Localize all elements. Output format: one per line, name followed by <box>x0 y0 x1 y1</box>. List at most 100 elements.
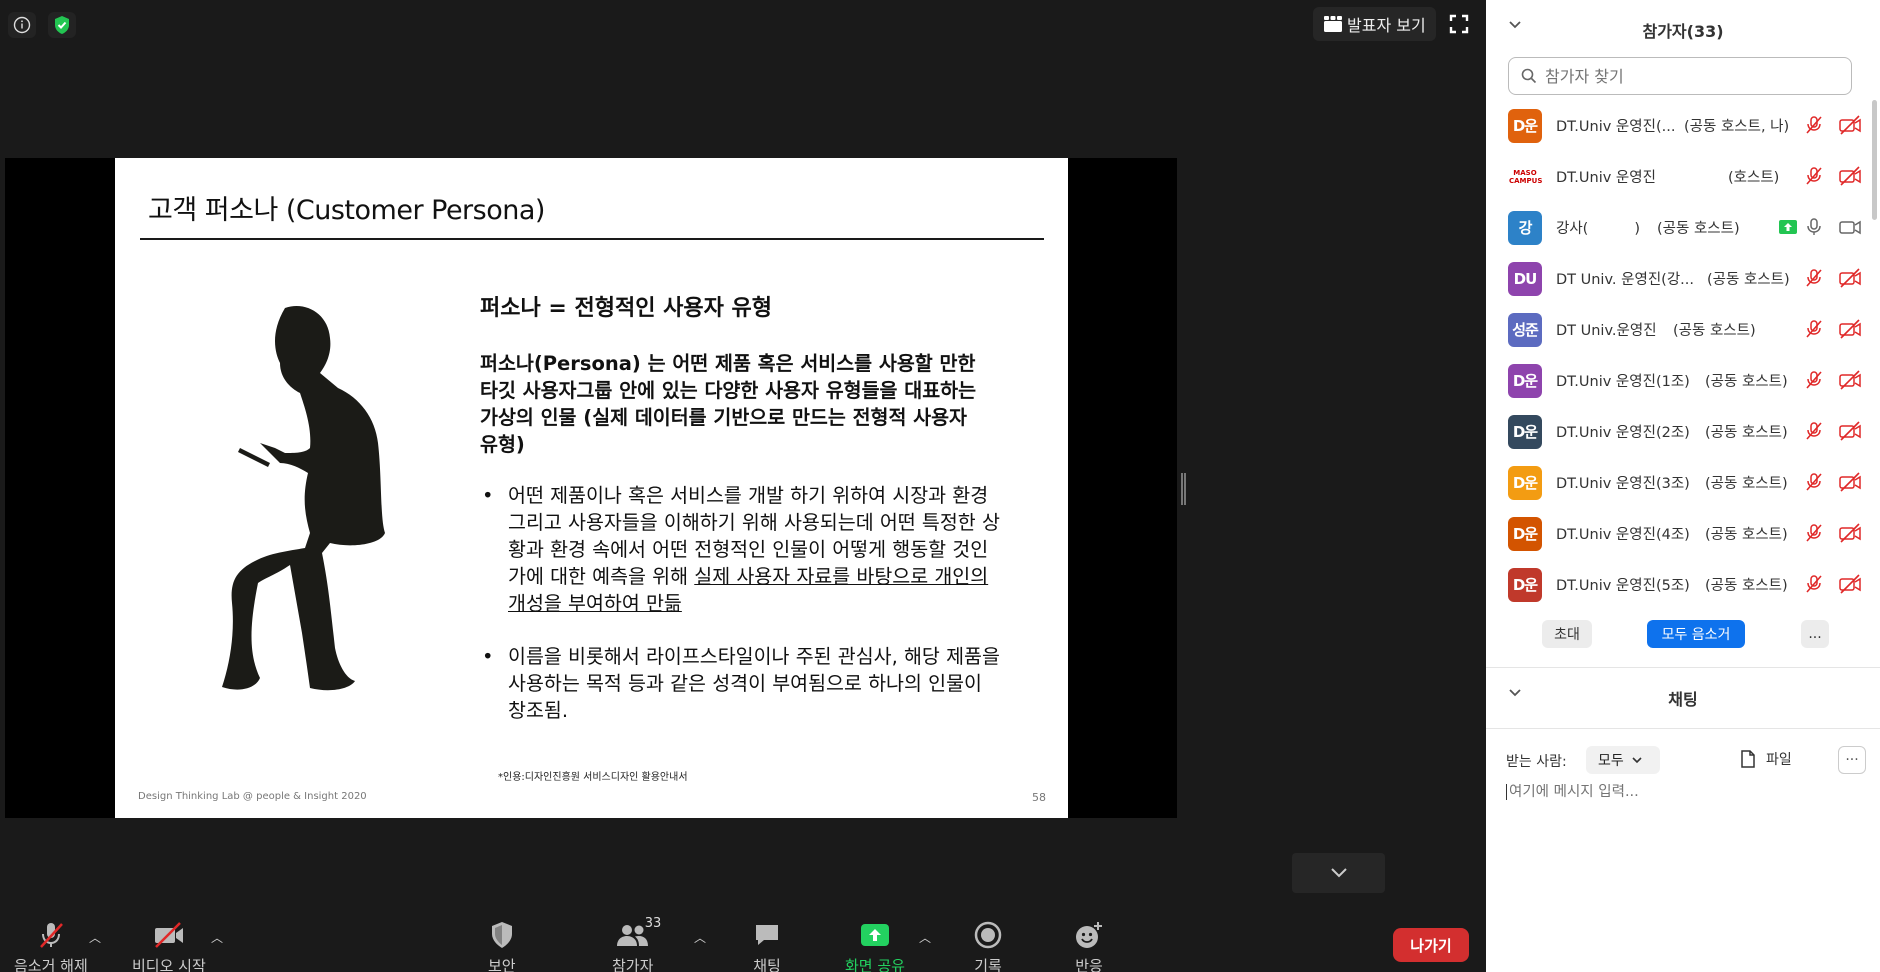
slide-bullet-2: 이름을 비롯해서 라이프스타일이나 주된 관심사, 해당 제품을 사용하는 목적… <box>480 643 1000 724</box>
avatar: D운 <box>1508 108 1542 143</box>
mic-muted-icon[interactable] <box>1804 574 1824 594</box>
side-panel: 참가자(33) D운 DT.Univ 운영진(... (공동 호스트, 나) M… <box>1486 0 1880 972</box>
participants-button[interactable]: 33 참가자 <box>612 916 661 972</box>
participant-list-scrollbar[interactable] <box>1872 100 1877 220</box>
participant-row[interactable]: 강 강사( ) (공동 호스트) <box>1486 202 1872 253</box>
participants-options-caret[interactable]: ︿ <box>694 929 706 946</box>
video-off-icon[interactable] <box>1838 319 1862 339</box>
participant-row[interactable]: D운 DT.Univ 운영진(3조) (공동 호스트) <box>1486 457 1872 508</box>
recipient-label: 받는 사람: <box>1506 754 1567 770</box>
mic-muted-icon[interactable] <box>1804 421 1824 441</box>
participant-row[interactable]: D운 DT.Univ 운영진(... (공동 호스트, 나) <box>1486 100 1872 151</box>
participant-row[interactable]: D운 DT.Univ 운영진(4조) (공동 호스트) <box>1486 508 1872 559</box>
video-icon[interactable] <box>1838 217 1862 237</box>
mic-icon[interactable] <box>1804 217 1824 237</box>
security-label: 보안 <box>488 957 516 972</box>
participant-row[interactable]: D운 DT.Univ 운영진(2조) (공동 호스트) <box>1486 406 1872 457</box>
participant-role: (호스트) <box>1728 170 1780 186</box>
unmute-button[interactable]: 음소거 해제 <box>14 918 88 972</box>
video-off-icon[interactable] <box>1838 268 1862 288</box>
audio-options-caret[interactable]: ︿ <box>89 929 101 946</box>
chat-button[interactable]: 채팅 <box>752 918 782 972</box>
slide-bullet-1: 어떤 제품이나 혹은 서비스를 개발 하기 위하여 시장과 환경 그리고 사용자… <box>480 482 1000 617</box>
start-video-button[interactable]: 비디오 시작 <box>132 918 206 972</box>
participant-search-box[interactable] <box>1508 57 1852 95</box>
video-options-caret[interactable]: ︿ <box>211 929 223 946</box>
chat-title: 채팅 <box>1668 690 1698 709</box>
video-off-icon[interactable] <box>1838 370 1862 390</box>
participant-row[interactable]: D운 DT.Univ 운영진(1조) (공동 호스트) <box>1486 355 1872 406</box>
participants-count-badge: 33 <box>644 916 662 931</box>
collapse-thumbnails-button[interactable] <box>1292 853 1385 893</box>
shield-check-icon <box>55 16 69 34</box>
avatar: D운 <box>1508 465 1542 500</box>
person-silhouette-image <box>222 306 385 691</box>
participant-row[interactable]: 성준 DT Univ.운영진 (공동 호스트) <box>1486 304 1872 355</box>
share-screen-label: 화면 공유 <box>845 957 905 972</box>
participant-row[interactable]: MASO CAMPUS DT.Univ 운영진 (호스트) <box>1486 151 1872 202</box>
mic-muted-icon[interactable] <box>1804 319 1824 339</box>
video-off-icon[interactable] <box>1838 523 1862 543</box>
video-off-icon[interactable] <box>1838 115 1862 135</box>
mic-muted-icon[interactable] <box>1804 115 1824 135</box>
avatar: D운 <box>1508 567 1542 602</box>
video-off-icon[interactable] <box>1838 166 1862 186</box>
participant-name: 강사( ) <box>1556 221 1641 237</box>
participants-title: 참가자(33) <box>1642 22 1724 41</box>
participant-name: DT.Univ 운영진(3조) <box>1556 476 1690 492</box>
invite-button[interactable]: 초대 <box>1542 620 1592 648</box>
video-off-icon[interactable] <box>1838 421 1862 441</box>
participant-row[interactable]: D운 DT.Univ 운영진(5조) (공동 호스트) <box>1486 559 1872 610</box>
record-icon <box>974 921 1002 949</box>
search-icon <box>1521 68 1537 84</box>
video-off-icon[interactable] <box>1838 574 1862 594</box>
meeting-info-button[interactable] <box>8 12 36 38</box>
participant-name: DT.Univ 운영진(5조) <box>1556 578 1690 594</box>
participant-role: (공동 호스트) <box>1657 221 1740 237</box>
reactions-button[interactable]: 반응 <box>1073 918 1105 972</box>
participant-role: (공동 호스트) <box>1705 425 1788 441</box>
chat-recipient-row: 받는 사람: 모두 파일 ··· <box>1506 745 1866 775</box>
participant-role: (공동 호스트, 나) <box>1684 119 1790 135</box>
participant-search-input[interactable] <box>1545 66 1825 86</box>
recipient-value: 모두 <box>1598 753 1624 769</box>
participant-name: DT.Univ 운영진(2조) <box>1556 425 1690 441</box>
start-video-label: 비디오 시작 <box>132 957 206 972</box>
avatar: D운 <box>1508 516 1542 551</box>
reactions-label: 반응 <box>1075 957 1103 972</box>
panel-resize-handle[interactable] <box>1181 473 1186 505</box>
encryption-button[interactable] <box>48 12 76 38</box>
video-off-icon <box>154 922 183 948</box>
record-button[interactable]: 기록 <box>973 918 1003 972</box>
share-options-caret[interactable]: ︿ <box>919 929 931 946</box>
file-button[interactable]: 파일 <box>1740 749 1792 769</box>
mic-muted-icon[interactable] <box>1804 472 1824 492</box>
avatar: D운 <box>1508 414 1542 449</box>
mic-muted-icon[interactable] <box>1804 370 1824 390</box>
participant-role: (공동 호스트) <box>1705 578 1788 594</box>
video-off-icon[interactable] <box>1838 472 1862 492</box>
chevron-down-icon <box>1632 756 1642 763</box>
recipient-dropdown[interactable]: 모두 <box>1586 746 1660 774</box>
share-screen-button[interactable]: 화면 공유 <box>845 918 905 972</box>
mute-all-button[interactable]: 모두 음소거 <box>1647 620 1745 648</box>
leave-button[interactable]: 나가기 <box>1393 928 1469 962</box>
file-icon <box>1741 750 1755 768</box>
speaker-view-button[interactable]: 발표자 보기 <box>1313 7 1436 41</box>
slide-title-rule <box>140 238 1044 240</box>
presentation-slide: 고객 퍼소나 (Customer Persona) 퍼소나 = 전형적인 사용자… <box>115 158 1068 818</box>
chat-message-input[interactable] <box>1506 784 1856 800</box>
chat-more-button[interactable]: ··· <box>1838 746 1866 774</box>
record-label: 기록 <box>974 957 1002 972</box>
security-button[interactable]: 보안 <box>488 918 516 972</box>
chevron-down-icon <box>1330 868 1347 878</box>
participant-role: (공동 호스트) <box>1705 527 1788 543</box>
mic-muted-icon[interactable] <box>1804 268 1824 288</box>
mic-muted-icon[interactable] <box>1804 523 1824 543</box>
participant-name: DT.Univ 운영진(1조) <box>1556 374 1690 390</box>
meeting-toolbar: 음소거 해제 ︿ 비디오 시작 ︿ 보안 33 참가자 ︿ 채팅 화면 공유 ︿… <box>0 912 1486 972</box>
fullscreen-button[interactable] <box>1446 11 1472 37</box>
more-options-button[interactable]: ... <box>1801 620 1829 648</box>
mic-muted-icon[interactable] <box>1804 166 1824 186</box>
participant-row[interactable]: DU DT Univ. 운영진(강... (공동 호스트) <box>1486 253 1872 304</box>
